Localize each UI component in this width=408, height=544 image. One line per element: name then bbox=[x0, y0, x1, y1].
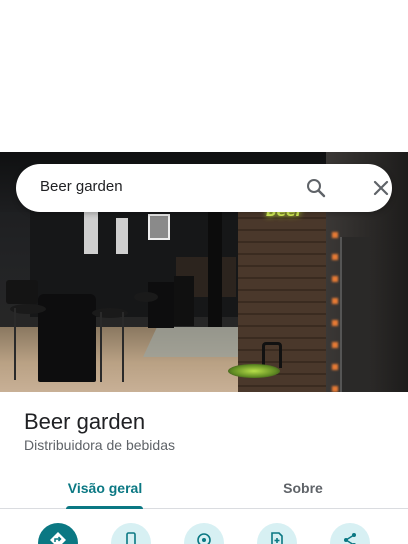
phone-icon bbox=[122, 531, 140, 544]
call-button[interactable] bbox=[111, 523, 151, 544]
photo-table bbox=[148, 282, 174, 328]
search-icon[interactable] bbox=[304, 176, 328, 200]
directions-icon bbox=[49, 531, 67, 544]
active-tab-indicator bbox=[66, 506, 143, 509]
photo-stool-leg bbox=[100, 312, 102, 382]
photo-window-shutter bbox=[84, 212, 98, 254]
photo-door bbox=[340, 237, 370, 392]
place-tabs: Visão geral Sobre bbox=[0, 466, 408, 509]
tab-about[interactable]: Sobre bbox=[228, 466, 378, 509]
tab-about-label: Sobre bbox=[283, 479, 323, 496]
photo-stool-leg bbox=[14, 308, 16, 380]
photo-table bbox=[6, 280, 38, 304]
location-icon bbox=[195, 531, 213, 544]
tab-overview[interactable]: Visão geral bbox=[30, 466, 180, 509]
search-input[interactable]: Beer garden bbox=[40, 178, 123, 195]
photo-string-lights bbox=[332, 232, 338, 392]
share-button[interactable] bbox=[330, 523, 370, 544]
map-blank-area bbox=[0, 0, 408, 152]
photo-column bbox=[208, 212, 222, 327]
search-bar[interactable]: Beer garden bbox=[16, 164, 392, 212]
place-category: Distribuidora de bebidas bbox=[24, 437, 175, 453]
photo-wall-poster bbox=[148, 214, 170, 240]
nearby-button[interactable] bbox=[184, 523, 224, 544]
photo-stool bbox=[134, 292, 158, 302]
tab-overview-label: Visão geral bbox=[67, 479, 143, 496]
save-button[interactable] bbox=[257, 523, 297, 544]
photo-lit-stool bbox=[228, 364, 280, 378]
save-icon bbox=[268, 531, 286, 544]
directions-button[interactable] bbox=[38, 523, 78, 544]
close-icon[interactable] bbox=[369, 176, 393, 200]
photo-table bbox=[38, 294, 96, 382]
photo-table bbox=[174, 276, 194, 326]
photo-stool-leg bbox=[122, 312, 124, 382]
photo-window-shutter bbox=[116, 218, 128, 254]
place-title: Beer garden bbox=[24, 409, 146, 434]
share-icon bbox=[341, 531, 359, 544]
